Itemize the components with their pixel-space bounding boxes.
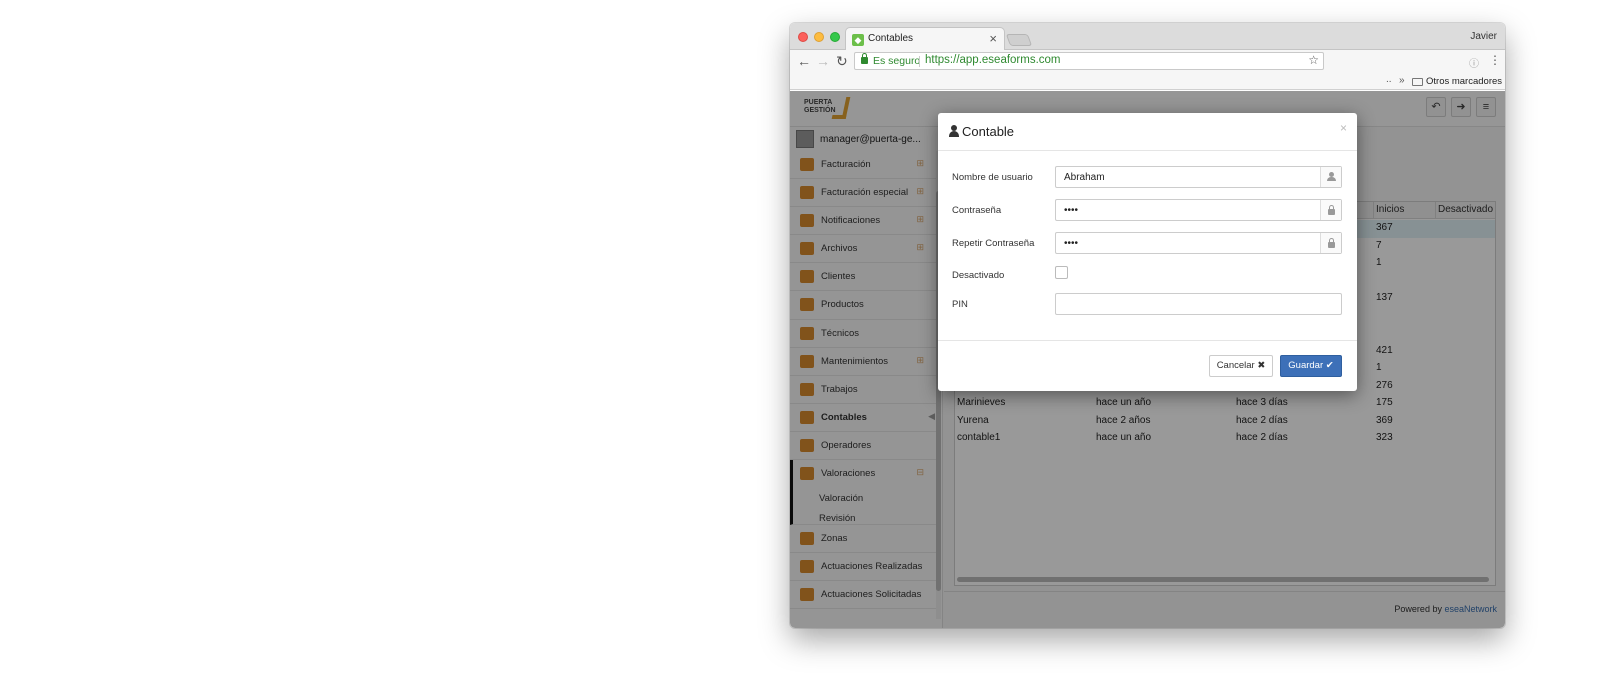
pin-row: PIN [938, 293, 1357, 317]
lock-addon-icon [1320, 233, 1341, 253]
close-icon[interactable]: × [1340, 121, 1347, 135]
pin-input[interactable] [1055, 293, 1342, 315]
new-tab-button[interactable] [1005, 34, 1033, 46]
disabled-row: Desactivado [938, 266, 1357, 290]
folder-icon [1412, 78, 1423, 86]
repeat-password-row: Repetir Contraseña [938, 232, 1357, 256]
cancel-button[interactable]: Cancelar ✖ [1209, 355, 1273, 377]
repeat-password-input[interactable] [1055, 232, 1342, 254]
password-label: Contraseña [952, 205, 1002, 216]
username-row: Nombre de usuario [938, 166, 1357, 190]
disabled-label: Desactivado [952, 270, 1005, 281]
tab-title: Contables [868, 33, 914, 44]
tab-strip: ◆ Contables × Javier [790, 23, 1505, 51]
info-icon[interactable]: ⓘ [1469, 55, 1479, 70]
bookmarks-bar: .. » Otros marcadores [790, 74, 1505, 90]
favicon-icon: ◆ [852, 34, 864, 46]
other-bookmarks[interactable]: Otros marcadores [1426, 76, 1502, 87]
address-separator [919, 56, 920, 67]
disabled-checkbox[interactable] [1055, 266, 1068, 279]
address-bar[interactable]: Es seguro https://app.eseaforms.com ☆ [854, 52, 1324, 70]
user-icon [949, 125, 959, 137]
dialog-header: Contable × [938, 113, 1357, 151]
back-arrow-icon[interactable]: ← [797, 53, 811, 69]
password-input[interactable] [1055, 199, 1342, 221]
browser-toolbar: ← → ↻ Es seguro https://app.eseaforms.co… [790, 50, 1505, 74]
secure-label: Es seguro [873, 55, 921, 67]
reload-icon[interactable]: ↻ [836, 53, 848, 69]
zoom-window-button[interactable] [830, 32, 840, 42]
close-window-button[interactable] [798, 32, 808, 42]
pin-label: PIN [952, 299, 968, 310]
bookmark-star-icon[interactable]: ☆ [1308, 53, 1319, 67]
lock-addon-icon [1320, 200, 1341, 220]
lock-icon [861, 53, 868, 64]
profile-name[interactable]: Javier [1470, 31, 1497, 42]
minimize-window-button[interactable] [814, 32, 824, 42]
bookmarks-more-icon[interactable]: » [1399, 75, 1405, 86]
url-text[interactable]: https://app.eseaforms.com [925, 54, 1061, 66]
dialog-title: Contable [962, 124, 1015, 139]
browser-tab[interactable]: ◆ Contables × [845, 27, 1005, 51]
dialog-footer: Cancelar ✖ Guardar ✔ [938, 340, 1357, 391]
save-button[interactable]: Guardar ✔ [1280, 355, 1342, 377]
password-row: Contraseña [938, 199, 1357, 223]
tab-close-icon[interactable]: × [989, 31, 997, 46]
repeat-password-label: Repetir Contraseña [952, 238, 1035, 249]
username-label: Nombre de usuario [952, 172, 1033, 183]
bookmarks-overflow[interactable]: .. [1386, 74, 1392, 85]
forward-arrow-icon[interactable]: → [816, 53, 830, 69]
browser-window: ◆ Contables × Javier ← → ↻ Es seguro htt… [790, 23, 1505, 628]
user-addon-icon [1320, 167, 1341, 187]
username-input[interactable] [1055, 166, 1342, 188]
browser-menu-icon[interactable]: ⋮ [1489, 53, 1501, 67]
contable-dialog: Contable × Nombre de usuario Contraseña … [938, 113, 1357, 391]
